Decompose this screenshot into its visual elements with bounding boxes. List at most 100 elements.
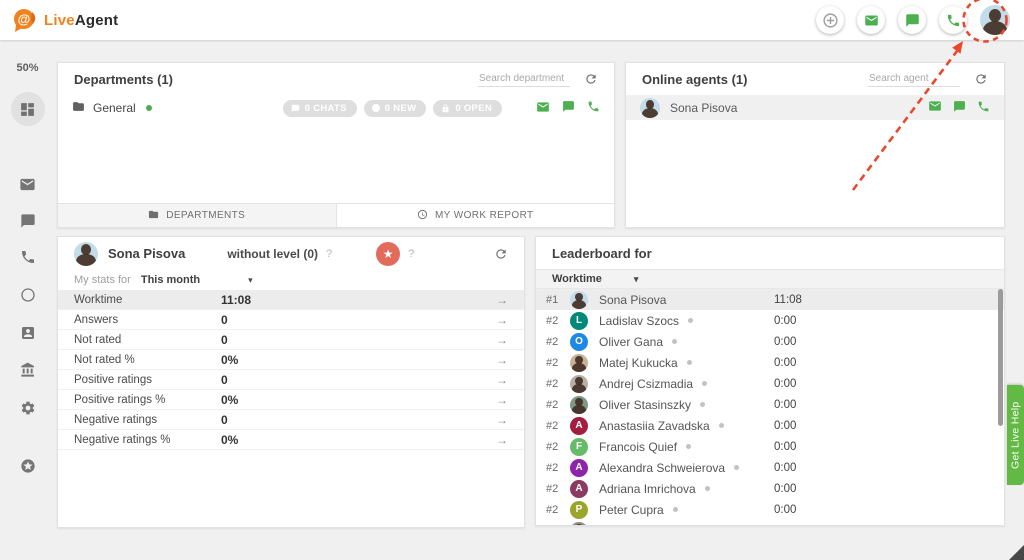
- metric-value: 0:00: [774, 357, 796, 369]
- sidebar-item-addons[interactable]: [0, 458, 55, 479]
- chevron-down-icon[interactable]: ▾: [248, 275, 253, 286]
- stat-row[interactable]: Positive ratings %0%→: [58, 390, 524, 410]
- chevron-down-icon[interactable]: ▾: [634, 274, 639, 285]
- email-action-icon[interactable]: [536, 100, 550, 117]
- leaderboard-row[interactable]: #2 Martin Stepanek 0:00: [536, 520, 1004, 525]
- stat-row[interactable]: Worktime11:08→: [58, 290, 524, 310]
- chat-action-icon[interactable]: [562, 100, 575, 116]
- agent-name: Anastasiia Zavadska: [599, 419, 710, 433]
- status-dot-offline: [702, 381, 707, 386]
- leaderboard-row[interactable]: #2 Matej Kukucka 0:00: [536, 352, 1004, 373]
- arrow-right-icon[interactable]: →: [496, 433, 508, 447]
- stat-row[interactable]: Not rated %0%→: [58, 350, 524, 370]
- leaderboard-row[interactable]: #2 L Ladislav Szocs 0:00: [536, 310, 1004, 331]
- leaderboard-metric-row: Worktime ▾: [536, 269, 1004, 289]
- stat-row[interactable]: Answers0→: [58, 310, 524, 330]
- stat-row[interactable]: Negative ratings %0%→: [58, 430, 524, 450]
- sidebar-item-tickets[interactable]: [0, 176, 55, 198]
- new-call-button[interactable]: [939, 6, 967, 34]
- refresh-icon[interactable]: [494, 247, 508, 261]
- new-ticket-button[interactable]: [857, 6, 885, 34]
- get-live-help-button[interactable]: Get Live Help: [1007, 385, 1024, 485]
- chat-bubble-icon: [20, 213, 36, 234]
- sidebar-item-calls[interactable]: [0, 249, 55, 270]
- phone-icon: [946, 13, 961, 28]
- status-dot-offline: [705, 486, 710, 491]
- online-agent-row[interactable]: Sona Pisova: [626, 95, 1004, 120]
- sidebar-item-dashboard[interactable]: [0, 92, 55, 126]
- stat-value: 0: [221, 313, 228, 327]
- leaderboard-row[interactable]: #2 A Adriana Imrichova 0:00: [536, 478, 1004, 499]
- avatar: [570, 522, 588, 526]
- leaderboard-row[interactable]: #2 A Anastasiia Zavadska 0:00: [536, 415, 1004, 436]
- scrollbar-thumb[interactable]: [998, 289, 1003, 426]
- leaderboard-row[interactable]: #2 A Alexandra Schweierova 0:00: [536, 457, 1004, 478]
- refresh-icon[interactable]: [974, 72, 988, 86]
- agent-name: Martin Stepanek: [599, 524, 686, 526]
- tab-my-work-report[interactable]: MY WORK REPORT: [337, 204, 615, 227]
- agent-name: Oliver Gana: [599, 335, 663, 349]
- stat-row[interactable]: Not rated0→: [58, 330, 524, 350]
- new-chat-button[interactable]: [898, 6, 926, 34]
- medal-badge[interactable]: ★: [376, 242, 400, 266]
- online-agents-panel: Online agents (1) Sona Pisova: [625, 62, 1005, 228]
- stat-row[interactable]: Negative ratings0→: [58, 410, 524, 430]
- leaderboard-row[interactable]: #1 Sona Pisova 11:08: [536, 289, 1004, 310]
- agent-avatar: [640, 98, 660, 118]
- leaderboard-row[interactable]: #2 F Francois Quief 0:00: [536, 436, 1004, 457]
- agent-name: Matej Kukucka: [599, 356, 678, 370]
- status-dot-offline: [673, 507, 678, 512]
- avatar: [570, 396, 588, 414]
- refresh-icon[interactable]: [584, 72, 598, 86]
- folder-icon: [72, 100, 85, 116]
- help-icon[interactable]: ?: [326, 248, 332, 260]
- metric-value: 0:00: [774, 504, 796, 516]
- arrow-right-icon[interactable]: →: [496, 293, 508, 307]
- call-action-icon[interactable]: [977, 100, 990, 116]
- tab-departments[interactable]: DEPARTMENTS: [58, 204, 337, 227]
- stat-row[interactable]: Positive ratings0→: [58, 370, 524, 390]
- leaderboard-row[interactable]: #2 P Peter Cupra 0:00: [536, 499, 1004, 520]
- sidebar-item-billing[interactable]: [0, 362, 55, 383]
- sidebar-item-sla[interactable]: [0, 287, 55, 308]
- sidebar-item-chats[interactable]: [0, 213, 55, 234]
- status-dot-offline: [686, 444, 691, 449]
- metric-value: 0:00: [774, 441, 796, 453]
- rank-label: #2: [546, 357, 570, 369]
- agent-search-input[interactable]: [868, 71, 960, 87]
- stats-for-label: My stats for: [74, 274, 131, 286]
- leaderboard-row[interactable]: #2 Oliver Stasinszky 0:00: [536, 394, 1004, 415]
- sidebar-item-contacts[interactable]: [0, 325, 55, 346]
- department-name: General: [93, 101, 136, 115]
- help-icon[interactable]: ?: [408, 248, 414, 260]
- department-search-input[interactable]: [478, 71, 570, 87]
- envelope-icon: [19, 176, 36, 198]
- leaderboard-row[interactable]: #2 Andrej Csizmadia 0:00: [536, 373, 1004, 394]
- chat-action-icon[interactable]: [953, 100, 966, 116]
- email-action-icon[interactable]: [928, 99, 942, 116]
- medal-icon: ★: [383, 247, 394, 261]
- leaderboard-row[interactable]: #2 O Oliver Gana 0:00: [536, 331, 1004, 352]
- liveagent-logo[interactable]: @ LiveAgent: [12, 7, 118, 33]
- arrow-right-icon[interactable]: →: [496, 353, 508, 367]
- sidebar-item-settings[interactable]: [0, 400, 55, 421]
- avatar: F: [570, 438, 588, 456]
- agent-name: Alexandra Schweierova: [599, 461, 725, 475]
- arrow-right-icon[interactable]: →: [496, 413, 508, 427]
- rank-label: #2: [546, 483, 570, 495]
- leaderboard-title: Leaderboard for: [552, 246, 652, 261]
- arrow-right-icon[interactable]: →: [496, 393, 508, 407]
- call-action-icon[interactable]: [587, 100, 600, 116]
- period-select[interactable]: This month: [141, 274, 200, 286]
- arrow-right-icon[interactable]: →: [496, 333, 508, 347]
- metric-value: 0:00: [774, 315, 796, 327]
- arrow-right-icon[interactable]: →: [496, 313, 508, 327]
- add-new-button[interactable]: [816, 6, 844, 34]
- arrow-right-icon[interactable]: →: [496, 373, 508, 387]
- avatar: [570, 375, 588, 393]
- departments-panel: Departments (1) General 0 CHATS 0 NEW: [57, 62, 615, 228]
- user-avatar[interactable]: [980, 5, 1010, 35]
- department-row[interactable]: General 0 CHATS 0 NEW 0 OPEN: [58, 95, 614, 121]
- metric-select[interactable]: Worktime: [552, 273, 602, 285]
- rank-label: #2: [546, 399, 570, 411]
